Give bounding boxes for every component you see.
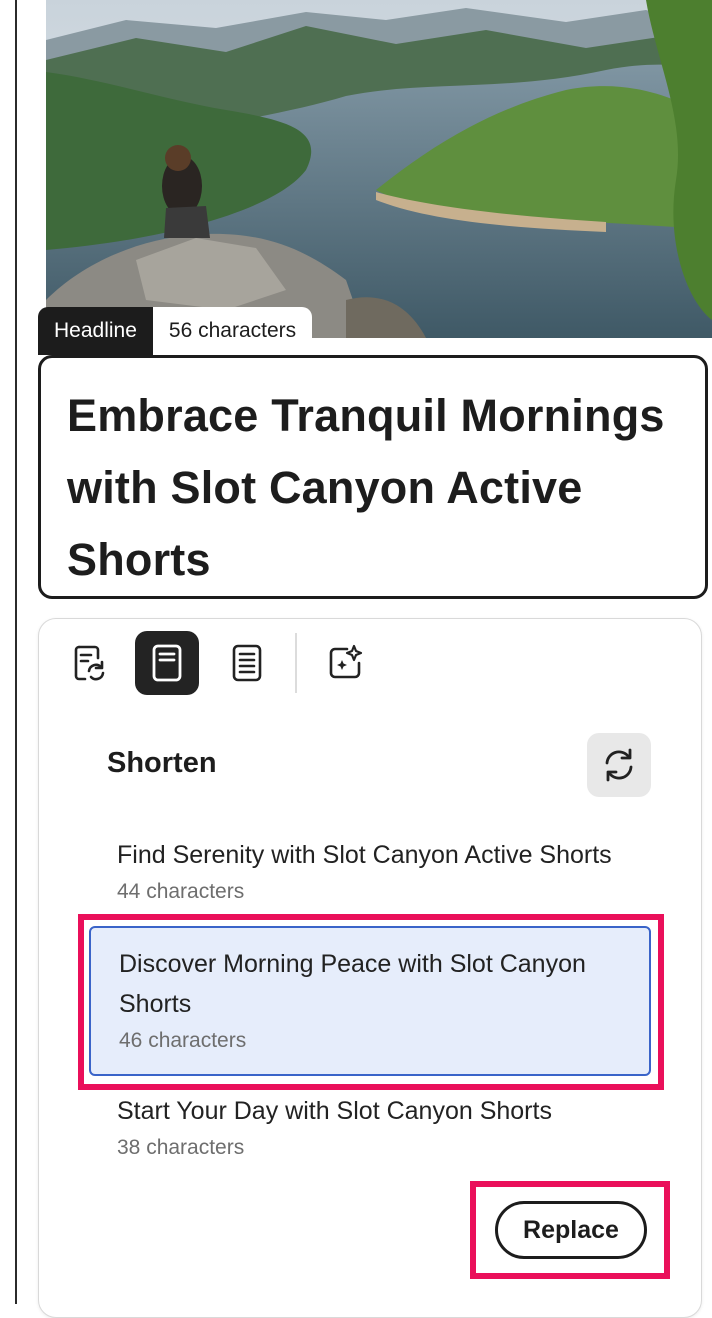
hero-photo <box>46 0 712 338</box>
rewrite-doc-icon <box>74 645 105 681</box>
headline-character-count: 56 characters <box>152 307 313 355</box>
headline-card[interactable]: Embrace Tranquil Mornings with Slot Cany… <box>38 355 708 599</box>
headline-text: Embrace Tranquil Mornings with Slot Cany… <box>67 390 665 585</box>
suggestion-option[interactable]: Find Serenity with Slot Canyon Active Sh… <box>89 835 651 907</box>
suggestion-character-count: 38 characters <box>117 1136 245 1159</box>
suggestion-text: Start Your Day with Slot Canyon Shorts <box>117 1097 552 1125</box>
headline-tag: Headline 56 characters <box>38 307 313 355</box>
refresh-button[interactable] <box>587 733 651 797</box>
suggestion-option[interactable]: Start Your Day with Slot Canyon Shorts 3… <box>89 1091 651 1163</box>
suggestion-character-count: 44 characters <box>117 880 245 903</box>
toolbar-divider <box>295 633 297 693</box>
section-title: Shorten <box>107 747 217 779</box>
left-divider <box>15 0 17 1304</box>
shorten-doc-icon <box>152 644 182 682</box>
expand-button[interactable] <box>215 631 279 695</box>
ai-generate-button[interactable] <box>313 631 377 695</box>
refresh-icon <box>605 748 633 782</box>
shorten-button[interactable] <box>135 631 199 695</box>
expand-doc-icon <box>232 644 262 682</box>
highlight-selected-suggestion <box>78 914 664 1090</box>
highlight-replace-button <box>470 1181 670 1279</box>
ai-sparkle-icon <box>329 644 363 679</box>
rewrite-button[interactable] <box>57 631 121 695</box>
suggestion-text: Find Serenity with Slot Canyon Active Sh… <box>117 841 612 869</box>
headline-label: Headline <box>38 307 153 355</box>
